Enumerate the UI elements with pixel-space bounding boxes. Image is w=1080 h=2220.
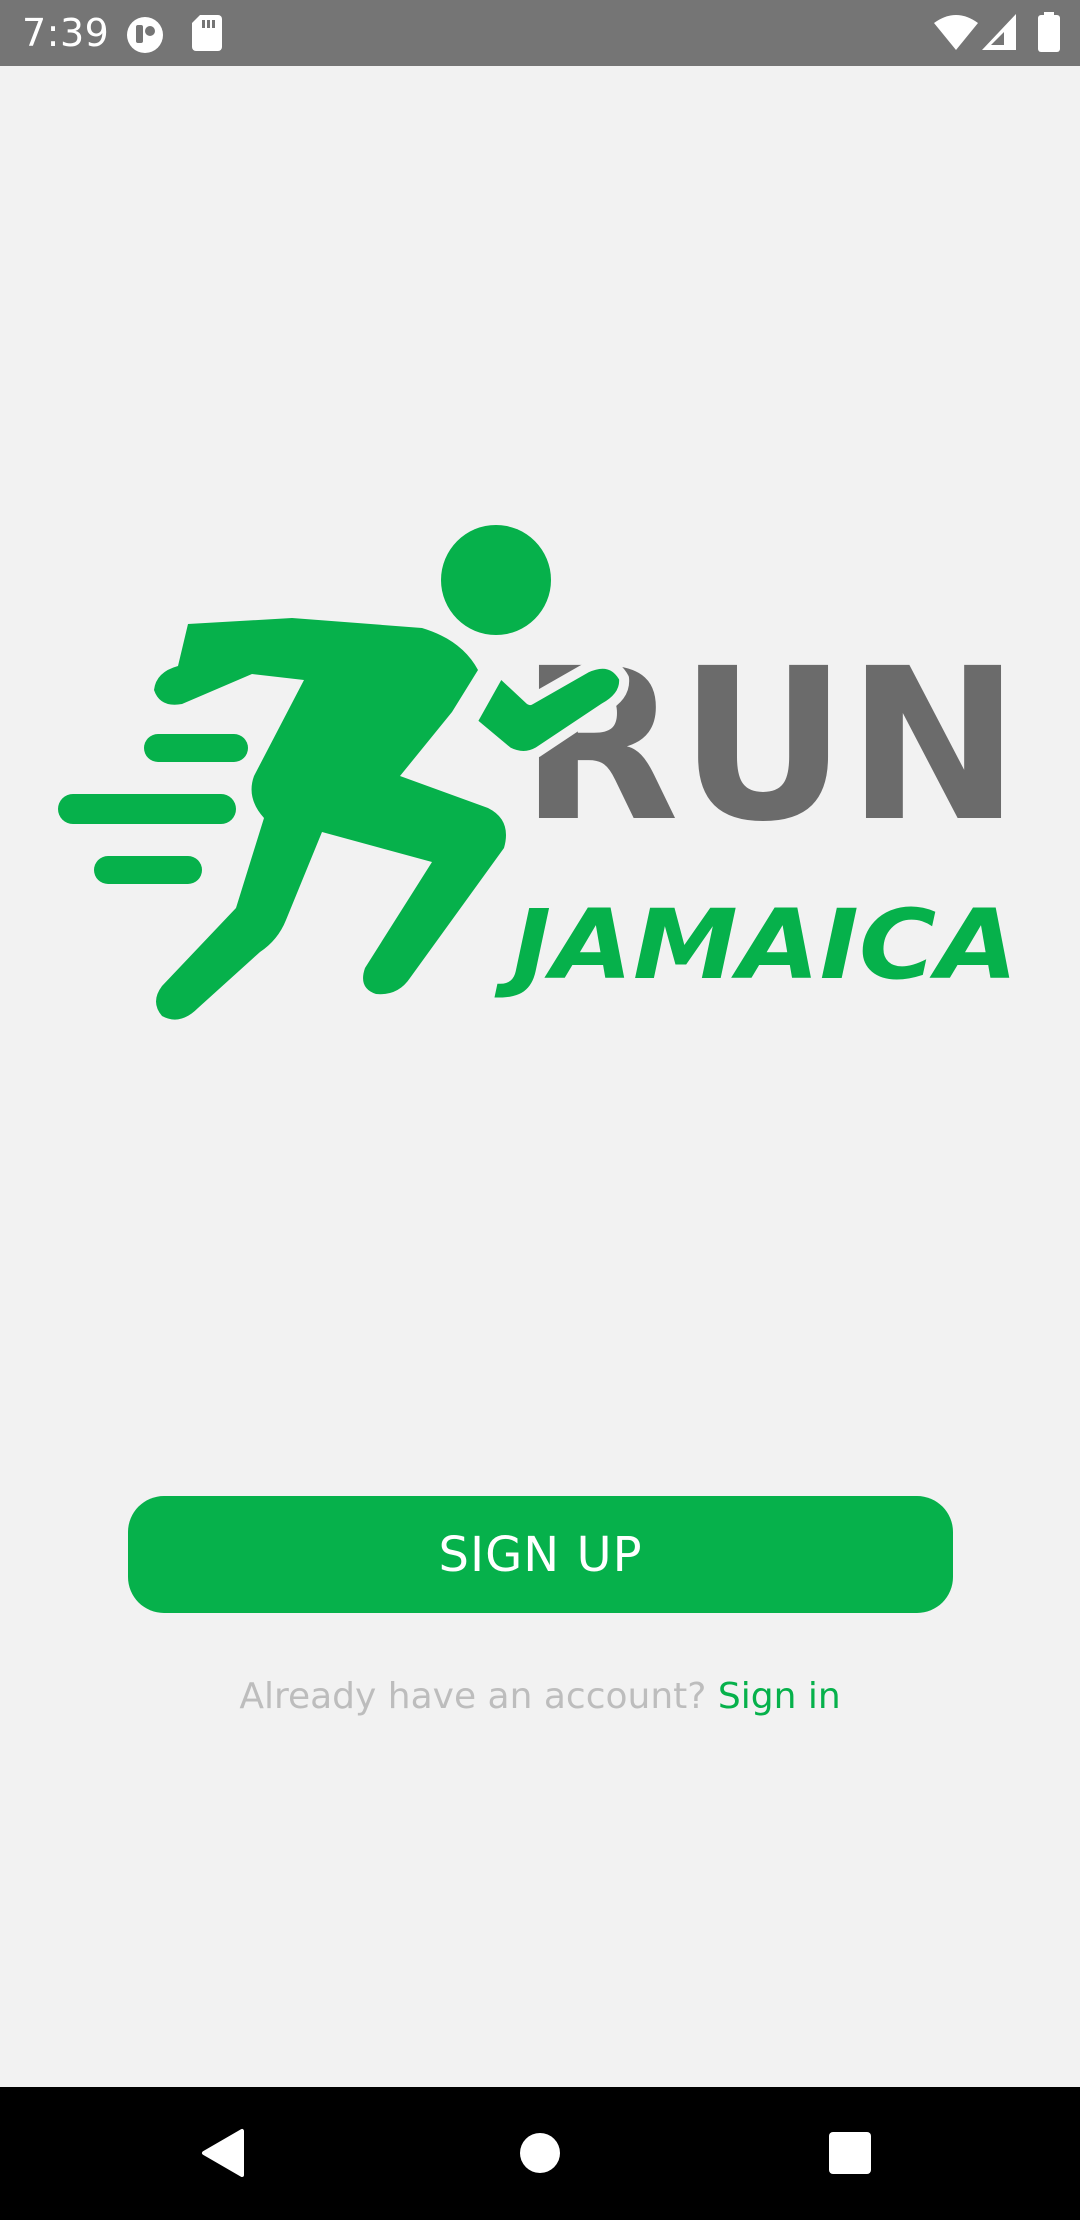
run-jamaica-logo: RUN JAMAICA <box>40 500 1040 1100</box>
sign-in-prompt: Already have an account? <box>239 1676 707 1717</box>
status-bar: 7:39 <box>0 0 1080 66</box>
recents-icon[interactable] <box>820 2123 880 2183</box>
navigation-bar <box>0 2087 1080 2220</box>
logo-subtitle: JAMAICA <box>494 889 1018 1001</box>
wifi-icon <box>934 14 978 50</box>
sign-in-row: Already have an account? Sign in <box>0 1670 1080 1724</box>
home-icon[interactable] <box>510 2123 570 2183</box>
sign-in-link[interactable]: Sign in <box>718 1676 841 1717</box>
battery-icon <box>1038 12 1060 52</box>
sign-up-button[interactable]: SIGN UP <box>128 1496 953 1613</box>
sd-card-icon <box>192 15 222 51</box>
speed-lines-icon <box>58 734 248 884</box>
back-icon[interactable] <box>196 2123 256 2183</box>
cellular-signal-icon <box>982 14 1016 50</box>
status-time: 7:39 <box>22 11 110 55</box>
app-notification-icon <box>126 16 164 54</box>
